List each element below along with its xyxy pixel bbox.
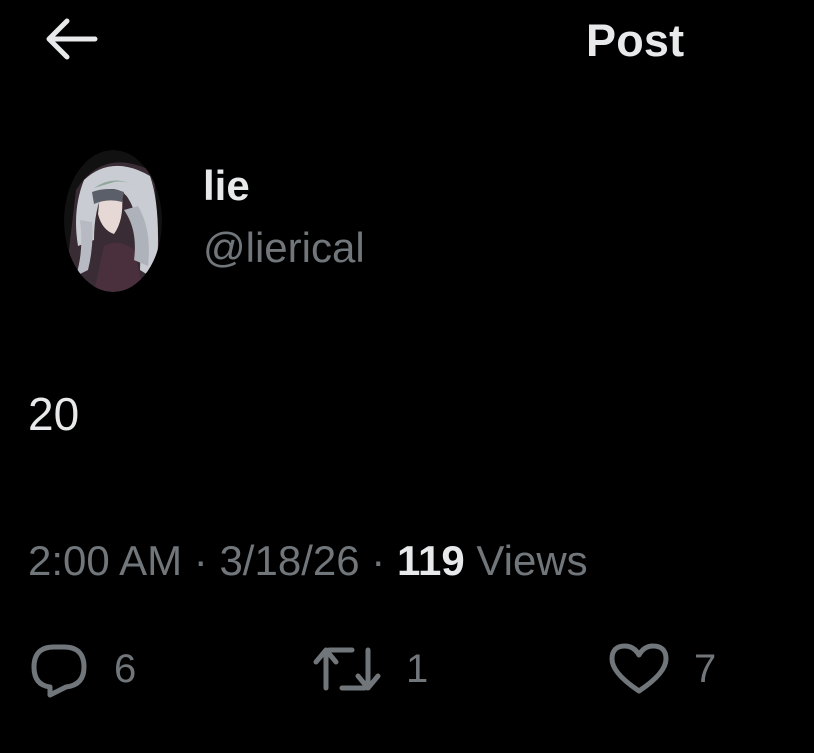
- post-text: 20: [28, 388, 80, 440]
- author-display-name[interactable]: lie: [203, 160, 250, 212]
- like-count: 7: [694, 647, 717, 691]
- meta-separator: ·: [371, 537, 386, 584]
- avatar-image: [64, 150, 162, 292]
- heart-icon: [609, 643, 669, 694]
- repost-icon: [313, 647, 381, 691]
- like-button[interactable]: 7: [608, 638, 716, 700]
- reply-button[interactable]: 6: [28, 638, 136, 700]
- author-handle[interactable]: @lierical: [203, 222, 365, 274]
- reply-count: 6: [114, 647, 137, 691]
- repost-count: 1: [406, 647, 429, 691]
- post-detail-screen: Post lie @lierical 20 2:00 AM · 3/18/26: [0, 0, 814, 753]
- page-title: Post: [586, 15, 685, 66]
- back-button[interactable]: [40, 12, 102, 66]
- avatar[interactable]: [64, 150, 162, 292]
- meta-separator: ·: [193, 537, 208, 584]
- arrow-left-icon: [46, 18, 98, 60]
- post-time[interactable]: 2:00 AM: [28, 537, 182, 584]
- post-date[interactable]: 3/18/26: [219, 537, 359, 584]
- post-meta: 2:00 AM · 3/18/26 · 119 Views: [28, 534, 588, 588]
- reply-icon: [31, 644, 87, 698]
- repost-button[interactable]: 1: [312, 638, 428, 700]
- views-count[interactable]: 119: [397, 537, 465, 584]
- views-label[interactable]: Views: [476, 537, 587, 584]
